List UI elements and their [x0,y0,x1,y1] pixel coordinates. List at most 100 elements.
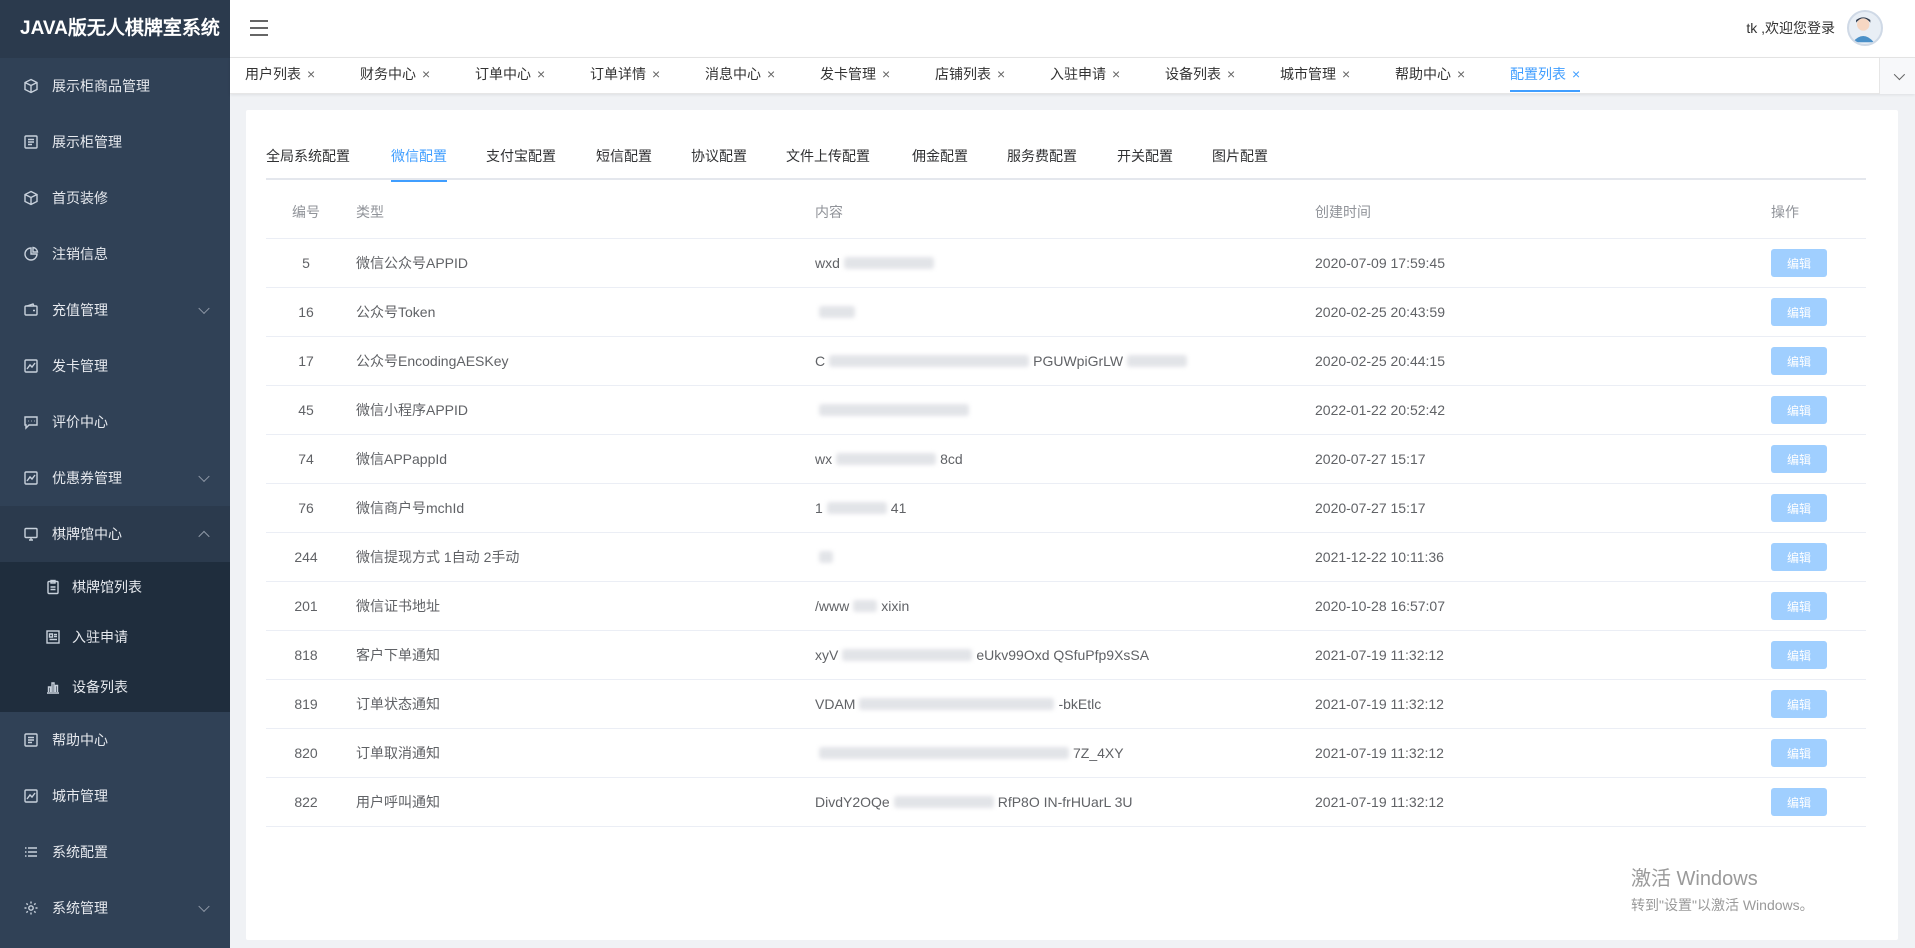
cell-content: 1 41 [815,500,907,516]
edit-button[interactable]: 编辑 [1771,445,1827,473]
edit-button[interactable]: 编辑 [1771,347,1827,375]
sidebar-item-help[interactable]: 帮助中心 [0,712,230,768]
config-tab-global[interactable]: 全局系统配置 [266,138,350,180]
col-header-content: 内容 [815,204,843,220]
user-area[interactable]: tk ,欢迎您登录 [1746,10,1883,46]
close-icon[interactable]: × [1227,66,1235,82]
cell-op: 编辑 [1771,484,1861,532]
sidebar-subitem-devices[interactable]: 设备列表 [0,662,230,712]
cell-id: 244 [294,549,318,565]
table-row: 820 订单取消通知 7Z_4XY 2021-07-19 11:32:12 编辑 [266,729,1866,778]
edit-button[interactable]: 编辑 [1771,494,1827,522]
sidebar-item-chess-center[interactable]: 棋牌馆中心 [0,506,230,562]
tab-config-list[interactable]: 配置列表 × [1510,58,1581,94]
sidebar-subitem-label: 棋牌馆列表 [72,579,142,595]
chevron-down-icon [198,470,210,483]
sidebar-item-cancellation[interactable]: 注销信息 [0,226,230,282]
app-title: JAVA版无人棋牌室系统 [0,0,230,58]
edit-button[interactable]: 编辑 [1771,690,1827,718]
config-tab-upload[interactable]: 文件上传配置 [786,138,870,180]
sidebar-item-coupons[interactable]: 优惠券管理 [0,450,230,506]
tab-devices[interactable]: 设备列表 × [1165,58,1235,94]
sidebar-item-label: 注销信息 [52,246,108,262]
edit-button[interactable]: 编辑 [1771,543,1827,571]
pie-icon [22,245,40,263]
edit-button[interactable]: 编辑 [1771,788,1827,816]
tab-user-list[interactable]: 用户列表 × [245,58,315,94]
close-icon[interactable]: × [422,66,430,82]
edit-button[interactable]: 编辑 [1771,396,1827,424]
tab-city[interactable]: 城市管理 × [1280,58,1350,94]
close-icon[interactable]: × [997,66,1005,82]
edit-button[interactable]: 编辑 [1771,249,1827,277]
cell-time: 2021-07-19 11:32:12 [1315,647,1444,663]
sidebar-item-sys-manage[interactable]: 系统管理 [0,880,230,936]
sidebar-subitem-hall-list[interactable]: 棋牌馆列表 [0,562,230,612]
avatar[interactable] [1847,10,1883,46]
sidebar-item-label: 首页装修 [52,190,108,206]
sidebar-item-sys-config[interactable]: 系统配置 [0,824,230,880]
cell-op: 编辑 [1771,729,1861,777]
tab-order-detail[interactable]: 订单详情 × [590,58,660,94]
close-icon[interactable]: × [307,66,315,82]
config-tab-service-fee[interactable]: 服务费配置 [1007,138,1077,180]
tab-apply[interactable]: 入驻申请 × [1050,58,1120,94]
cell-id: 45 [298,402,314,418]
close-icon[interactable]: × [1457,66,1465,82]
cell-time: 2021-07-19 11:32:12 [1315,696,1444,712]
config-tabs: 全局系统配置 微信配置 支付宝配置 短信配置 协议配置 文件上传配置 佣金配置 … [266,138,1866,182]
clipboard-icon [44,578,62,596]
redacted-blur [842,649,973,661]
sidebar-item-reviews[interactable]: 评价中心 [0,394,230,450]
cell-content [815,386,1275,434]
config-tab-switch[interactable]: 开关配置 [1117,138,1173,180]
sidebar-item-home-decor[interactable]: 首页装修 [0,170,230,226]
config-tab-image[interactable]: 图片配置 [1212,138,1268,180]
sidebar-item-recharge[interactable]: 充值管理 [0,282,230,338]
tab-orders[interactable]: 订单中心 × [475,58,545,94]
config-tab-wechat[interactable]: 微信配置 [391,138,447,182]
cell-op: 编辑 [1771,582,1861,630]
config-tab-commission[interactable]: 佣金配置 [912,138,968,180]
close-icon[interactable]: × [767,66,775,82]
sidebar-item-card-issue[interactable]: 发卡管理 [0,338,230,394]
sidebar-subitem-apply[interactable]: 入驻申请 [0,612,230,662]
chevron-up-icon [198,530,210,543]
edit-button[interactable]: 编辑 [1771,592,1827,620]
sidebar-item-label: 优惠券管理 [52,470,122,486]
hamburger-icon[interactable] [250,20,268,36]
cell-content: VDAM -bkEtlc [815,696,1102,712]
cell-type: 公众号EncodingAESKey [356,353,509,369]
config-tab-agreement[interactable]: 协议配置 [691,138,747,180]
close-icon[interactable]: × [882,66,890,82]
cell-content: wx 8cd [815,451,963,467]
close-icon[interactable]: × [652,66,660,82]
cell-op: 编辑 [1771,778,1861,826]
sidebar-item-label: 棋牌馆中心 [52,526,122,542]
edit-button[interactable]: 编辑 [1771,298,1827,326]
list-icon [22,133,40,151]
cell-op: 编辑 [1771,386,1861,434]
table-row: 45 微信小程序APPID 2022-01-22 20:52:42 编辑 [266,386,1866,435]
edit-button[interactable]: 编辑 [1771,739,1827,767]
close-icon[interactable]: × [1572,66,1580,82]
close-icon[interactable]: × [1342,66,1350,82]
chart-icon [22,469,40,487]
cell-type: 公众号Token [356,304,436,320]
close-icon[interactable]: × [537,66,545,82]
tab-card-issue[interactable]: 发卡管理 × [820,58,890,94]
tabs-more-button[interactable] [1879,58,1915,94]
sidebar-item-showcase[interactable]: 展示柜管理 [0,114,230,170]
tab-stores[interactable]: 店铺列表 × [935,58,1005,94]
chevron-down-icon [198,900,210,913]
cell-time: 2020-07-27 15:17 [1315,451,1426,467]
sidebar-item-city[interactable]: 城市管理 [0,768,230,824]
edit-button[interactable]: 编辑 [1771,641,1827,669]
tab-help[interactable]: 帮助中心 × [1395,58,1465,94]
close-icon[interactable]: × [1112,66,1120,82]
sidebar-item-showcase-goods[interactable]: 展示柜商品管理 [0,58,230,114]
config-tab-alipay[interactable]: 支付宝配置 [486,138,556,180]
tab-messages[interactable]: 消息中心 × [705,58,775,94]
tab-finance[interactable]: 财务中心 × [360,58,430,94]
config-tab-sms[interactable]: 短信配置 [596,138,652,180]
